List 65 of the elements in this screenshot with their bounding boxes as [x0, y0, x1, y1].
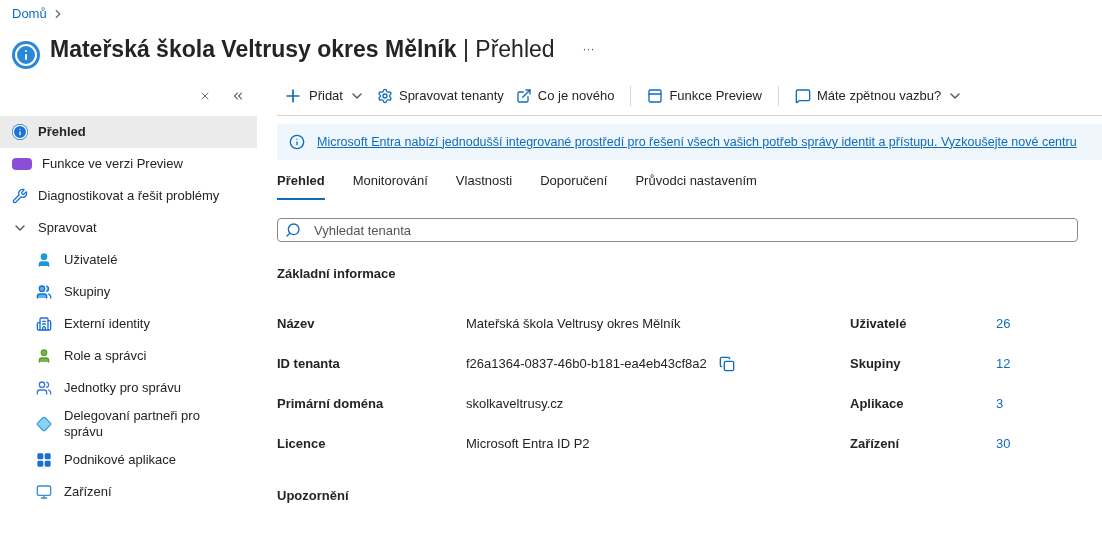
breadcrumb-link[interactable]: Domů	[12, 4, 47, 24]
section-heading: Upozornění	[277, 487, 350, 505]
field-value: skolkaveltrusy.cz	[466, 395, 564, 414]
stat-link[interactable]: 30	[996, 434, 1011, 454]
tab[interactable]: Přehled	[277, 170, 325, 200]
stat-link[interactable]: 3	[996, 394, 1004, 414]
toolbar-button[interactable]: Funkce Preview	[641, 79, 768, 112]
sidebar-item[interactable]: Spravovat	[0, 212, 257, 244]
stat-label: Aplikace	[850, 395, 905, 414]
wrench-icon	[12, 188, 28, 204]
sidebar-item[interactable]: Funkce ve verzi Preview	[0, 148, 257, 180]
field-value: Microsoft Entra ID P2	[466, 435, 590, 454]
collapse-icon[interactable]	[231, 89, 245, 103]
feedback-icon	[794, 87, 811, 104]
buildings-icon	[36, 316, 52, 332]
toolbar-button[interactable]: Co je nového	[509, 79, 621, 112]
tab[interactable]: Monitorování	[352, 170, 428, 200]
grid-icon	[36, 452, 52, 468]
page-title: Mateřská škola Veltrusy okres Mělník | Přehled	[50, 34, 555, 64]
field-value: f26a1364-0837-46b0-b181-ea4eb43cf8a2	[466, 355, 707, 374]
banner-link[interactable]: Microsoft Entra nabízí jednodušší integrované prostředí pro řešení všech vašich potřeb správy identit a přístupu. Vyzkoušejte nové centru	[317, 132, 1077, 152]
sidebar-item[interactable]: Podnikové aplikace	[0, 444, 257, 476]
field-label: Název	[277, 315, 316, 334]
more-button[interactable]: ···	[582, 40, 595, 58]
field-value: Mateřská škola Veltrusy okres Mělník	[466, 315, 681, 334]
users-icon	[36, 380, 52, 396]
info-icon	[289, 134, 305, 150]
toolbar-button[interactable]: Přidat	[277, 79, 371, 112]
sidebar-item[interactable]: Jednotky pro správu	[0, 372, 257, 404]
settings-icon	[376, 87, 393, 104]
toolbar-button[interactable]: Máte zpětnou vazbu?	[788, 79, 970, 112]
stat-label: Skupiny	[850, 355, 902, 374]
stat-link[interactable]: 12	[996, 354, 1011, 374]
sidebar-item[interactable]: Zařízení	[0, 476, 257, 508]
sidebar-item[interactable]: Delegovaní partneři pro správu	[0, 404, 257, 444]
sidebar-item[interactable]: Role a správci	[0, 340, 257, 372]
sidebar-item[interactable]: Skupiny	[0, 276, 257, 308]
search-icon	[285, 222, 301, 238]
close-icon[interactable]	[199, 90, 211, 102]
tab[interactable]: Průvodci nastavením	[635, 170, 757, 200]
users-icon	[36, 284, 52, 300]
stat-label: Uživatelé	[850, 315, 908, 334]
info-icon	[12, 41, 40, 69]
diamond-icon	[36, 416, 52, 432]
monitor-icon	[36, 484, 52, 500]
toolbar-button[interactable]: Spravovat tenanty	[370, 79, 510, 112]
section-heading: Základní informace	[277, 265, 397, 283]
window-icon	[647, 87, 664, 104]
sidebar-item[interactable]: Externí identity	[0, 308, 257, 340]
sidebar-item[interactable]: Přehled	[0, 116, 257, 148]
search-field[interactable]: Vyhledat tenanta	[277, 218, 1078, 242]
stat-link[interactable]: 26	[996, 314, 1011, 334]
tab[interactable]: Doporučení	[540, 170, 608, 200]
preview-icon	[12, 158, 32, 170]
sidebar-item[interactable]: Uživatelé	[0, 244, 257, 276]
stat-label: Zařízení	[850, 435, 901, 454]
copy-icon[interactable]	[718, 356, 735, 372]
external-link-icon	[515, 87, 532, 104]
field-label: Primární doména	[277, 395, 385, 414]
sidebar-item[interactable]: Diagnostikovat a řešit problémy	[0, 180, 257, 212]
user-icon	[36, 252, 52, 268]
field-label: Licence	[277, 435, 327, 454]
field-label: ID tenanta	[277, 355, 341, 374]
tab[interactable]: Vlastnosti	[455, 170, 513, 200]
info-icon	[12, 124, 28, 140]
